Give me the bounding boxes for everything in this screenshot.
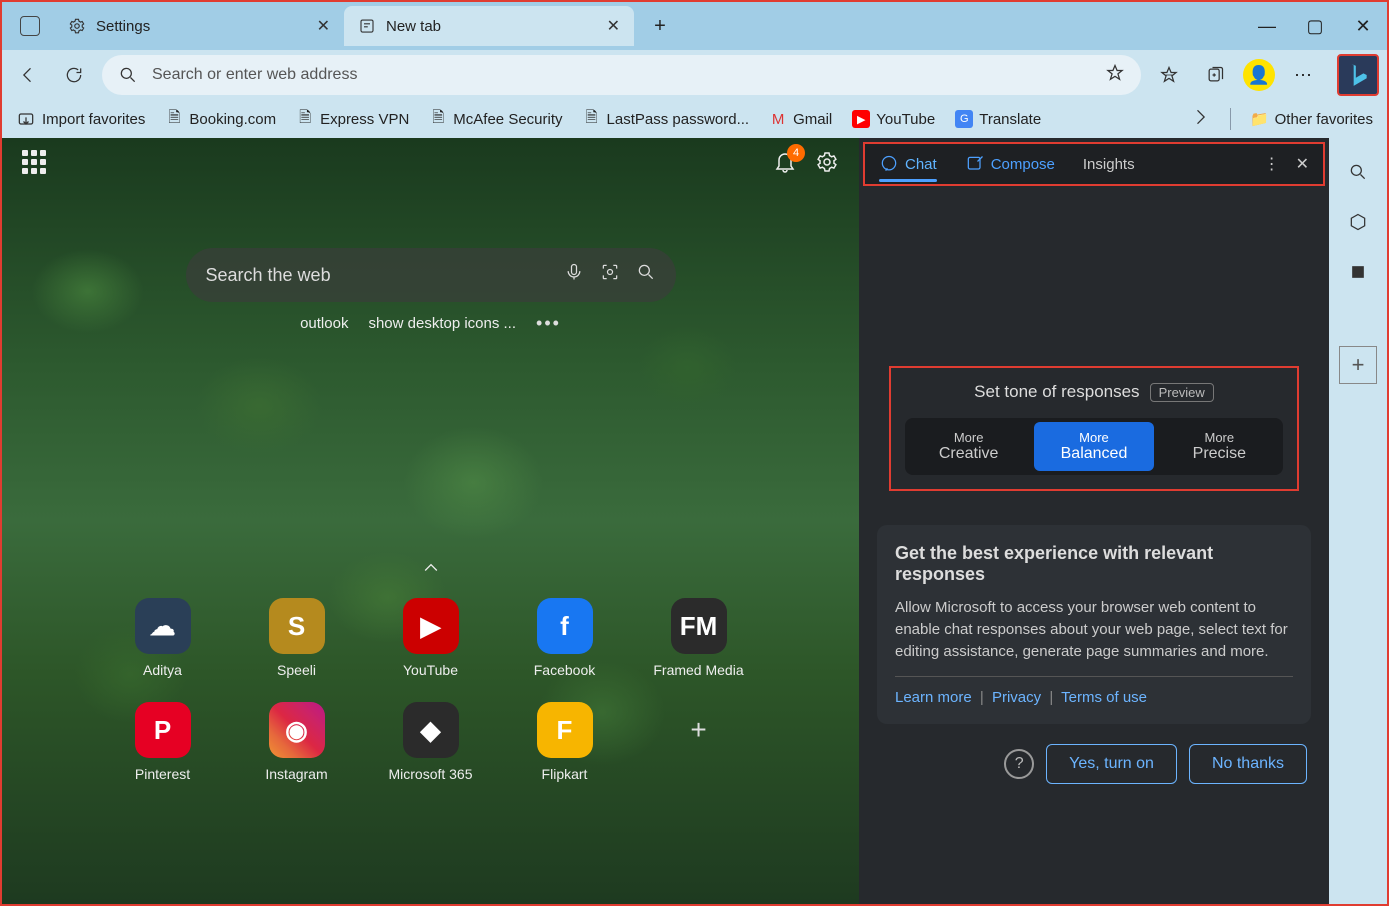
- rail-square-icon[interactable]: [1344, 258, 1372, 286]
- divider: [1230, 108, 1231, 130]
- tab-actions-icon[interactable]: [20, 16, 40, 36]
- search-icon[interactable]: [636, 262, 656, 288]
- favorite-icon[interactable]: [1105, 63, 1125, 88]
- fav-bookmark[interactable]: MGmail: [769, 110, 832, 128]
- app-launcher-icon[interactable]: [22, 150, 50, 178]
- sidebar-close-icon[interactable]: ✕: [1296, 154, 1309, 174]
- site-tile[interactable]: FFlipkart: [501, 702, 629, 782]
- bing-sidebar: Chat Compose Insights ⋮ ✕ Set tone of re…: [859, 138, 1329, 904]
- fav-bookmark[interactable]: 🗎McAfee Security: [429, 110, 562, 128]
- favorites-overflow[interactable]: [1190, 107, 1210, 131]
- add-site-button[interactable]: +: [635, 702, 763, 782]
- card-body: Allow Microsoft to access your browser w…: [895, 597, 1293, 662]
- search-suggestions: outlook show desktop icons ... •••: [300, 313, 561, 334]
- maximize-button[interactable]: ▢: [1291, 2, 1339, 50]
- content: 4 Search the web outlook show desktop ic…: [2, 138, 1387, 904]
- address-bar[interactable]: Search or enter web address: [102, 55, 1141, 95]
- tab-label: Settings: [96, 18, 150, 35]
- site-tile[interactable]: ◉Instagram: [233, 702, 361, 782]
- yes-button[interactable]: Yes, turn on: [1046, 744, 1177, 784]
- site-tile[interactable]: fFacebook: [501, 598, 629, 678]
- tab-compose[interactable]: Compose: [951, 142, 1069, 186]
- experience-card: Get the best experience with relevant re…: [877, 525, 1311, 724]
- suggestion-chip[interactable]: outlook: [300, 315, 348, 332]
- new-tab-page: 4 Search the web outlook show desktop ic…: [2, 138, 859, 904]
- site-tile[interactable]: SSpeeli: [233, 598, 361, 678]
- learn-more-link[interactable]: Learn more: [895, 689, 972, 706]
- close-button[interactable]: ✕: [1339, 2, 1387, 50]
- fav-bookmark[interactable]: GTranslate: [955, 110, 1041, 128]
- fav-bookmark[interactable]: 🗎LastPass password...: [583, 110, 750, 128]
- notification-badge: 4: [787, 144, 805, 162]
- right-rail: +: [1329, 138, 1387, 904]
- terms-link[interactable]: Terms of use: [1061, 689, 1147, 706]
- tab-chat[interactable]: Chat: [865, 142, 951, 186]
- tab-label: New tab: [386, 18, 441, 35]
- rail-search-icon[interactable]: [1344, 158, 1372, 186]
- site-tile[interactable]: ◆Microsoft 365: [367, 702, 495, 782]
- tab-newtab[interactable]: New tab ✕: [344, 6, 634, 46]
- minimize-button[interactable]: —: [1243, 2, 1291, 50]
- new-tab-button[interactable]: +: [642, 8, 678, 44]
- import-favorites-button[interactable]: Import favorites: [16, 109, 145, 129]
- titlebar: Settings ✕ New tab ✕ + — ▢ ✕: [2, 2, 1387, 50]
- tone-precise[interactable]: More Precise: [1160, 422, 1279, 471]
- favorites-button[interactable]: [1151, 57, 1187, 93]
- address-placeholder: Search or enter web address: [152, 66, 357, 84]
- close-icon[interactable]: ✕: [607, 16, 620, 36]
- close-icon[interactable]: ✕: [317, 16, 330, 36]
- site-tile[interactable]: FMFramed Media: [635, 598, 763, 678]
- quick-links-grid: ☁AdityaSSpeeli▶YouTubefFacebookFMFramed …: [99, 598, 763, 782]
- more-suggestions[interactable]: •••: [536, 313, 561, 334]
- profile-button[interactable]: 👤: [1243, 59, 1275, 91]
- sidebar-more-icon[interactable]: ⋮: [1264, 154, 1280, 174]
- mic-icon[interactable]: [564, 262, 584, 288]
- fav-bookmark[interactable]: ▶YouTube: [852, 110, 935, 128]
- site-tile[interactable]: ☁Aditya: [99, 598, 227, 678]
- tab-insights[interactable]: Insights: [1083, 156, 1135, 173]
- sidebar-tabs: Chat Compose Insights ⋮ ✕: [863, 142, 1325, 186]
- back-button[interactable]: [10, 57, 46, 93]
- more-button[interactable]: ⋯: [1285, 57, 1321, 93]
- tone-selector: Set tone of responses Preview More Creat…: [889, 366, 1299, 491]
- search-icon: [118, 65, 138, 85]
- favorites-bar: Import favorites 🗎Booking.com 🗎Express V…: [2, 100, 1387, 138]
- site-tile[interactable]: PPinterest: [99, 702, 227, 782]
- rail-add-button[interactable]: +: [1339, 346, 1377, 384]
- expand-up-icon[interactable]: [421, 558, 441, 583]
- tone-title: Set tone of responses: [974, 382, 1139, 402]
- tab-settings[interactable]: Settings ✕: [54, 6, 344, 46]
- page-icon: [358, 17, 376, 35]
- no-button[interactable]: No thanks: [1189, 744, 1307, 784]
- suggestion-chip[interactable]: show desktop icons ...: [368, 315, 516, 332]
- help-icon[interactable]: ?: [1004, 749, 1034, 779]
- gear-icon: [68, 17, 86, 35]
- toolbar: Search or enter web address 👤 ⋯: [2, 50, 1387, 100]
- other-favorites[interactable]: 📁 Other favorites: [1251, 110, 1373, 128]
- card-title: Get the best experience with relevant re…: [895, 543, 1293, 585]
- refresh-button[interactable]: [56, 57, 92, 93]
- search-placeholder: Search the web: [206, 265, 548, 286]
- fav-bookmark[interactable]: 🗎Booking.com: [165, 110, 276, 128]
- tone-creative[interactable]: More Creative: [909, 422, 1028, 471]
- tone-balanced[interactable]: More Balanced: [1034, 422, 1153, 471]
- collections-button[interactable]: [1197, 57, 1233, 93]
- bing-chat-button[interactable]: [1337, 54, 1379, 96]
- preview-badge: Preview: [1150, 383, 1214, 402]
- site-tile[interactable]: ▶YouTube: [367, 598, 495, 678]
- lens-icon[interactable]: [600, 262, 620, 288]
- privacy-link[interactable]: Privacy: [992, 689, 1041, 706]
- notifications-button[interactable]: 4: [773, 150, 797, 180]
- fav-bookmark[interactable]: 🗎Express VPN: [296, 110, 409, 128]
- page-settings-button[interactable]: [815, 150, 839, 180]
- search-box[interactable]: Search the web: [186, 248, 676, 302]
- rail-hex-icon[interactable]: [1344, 208, 1372, 236]
